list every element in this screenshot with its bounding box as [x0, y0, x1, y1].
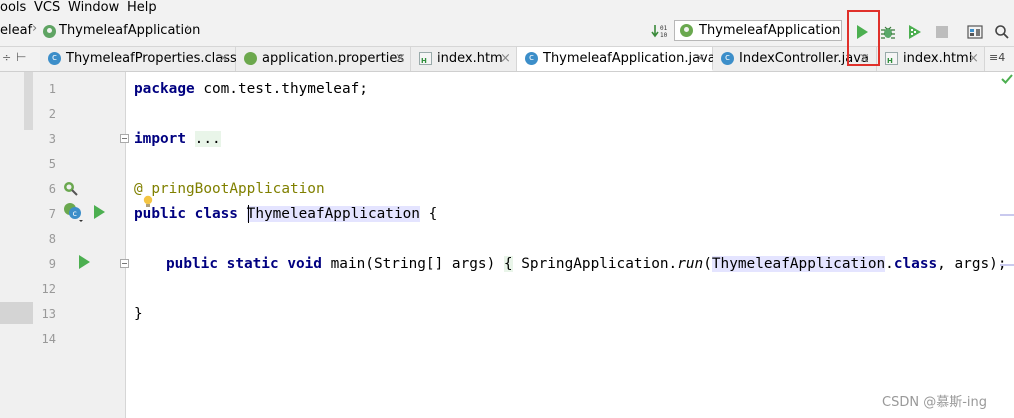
- spring-boot-icon: [43, 25, 56, 38]
- line-number: 13: [41, 307, 56, 321]
- line-number: 9: [48, 257, 56, 271]
- text-caret: [248, 205, 249, 223]
- watermark: CSDN @慕斯-ing: [882, 395, 987, 410]
- class-icon: c: [525, 52, 538, 65]
- svg-text:01: 01: [660, 25, 667, 32]
- tab-thymeleaf-application[interactable]: c ThymeleafApplication.java ×: [517, 47, 716, 71]
- stop-icon[interactable]: [933, 23, 951, 41]
- search-icon[interactable]: [993, 23, 1011, 41]
- usage-marker[interactable]: [1000, 264, 1014, 266]
- scroll-indicator: [24, 72, 33, 130]
- line-number: 12: [41, 282, 56, 296]
- close-icon[interactable]: ×: [395, 50, 406, 67]
- tab-application-properties[interactable]: application.properties ×: [236, 47, 411, 71]
- spring-class-icon[interactable]: c: [62, 201, 84, 223]
- spring-bean-icon[interactable]: [62, 180, 78, 196]
- run-method-icon[interactable]: [79, 255, 90, 269]
- project-structure-icon[interactable]: [966, 23, 984, 41]
- debug-icon[interactable]: [879, 23, 897, 41]
- close-icon[interactable]: ×: [218, 50, 229, 67]
- class-icon: c: [48, 52, 61, 65]
- code-line-6: @ pringBootApplication: [134, 180, 325, 207]
- spring-boot-icon: [680, 24, 693, 37]
- line-number: 1: [48, 82, 56, 96]
- close-icon[interactable]: ×: [968, 50, 979, 67]
- breadcrumb-module[interactable]: eleaf: [0, 22, 32, 40]
- line-number: 14: [41, 332, 56, 346]
- line-number: 2: [48, 107, 56, 121]
- svg-text:c: c: [73, 209, 77, 218]
- sort-numbers-icon[interactable]: 01 10: [650, 22, 668, 40]
- usage-marker[interactable]: [1000, 214, 1014, 216]
- run-button-highlight: [847, 10, 880, 66]
- tab-label: index.html: [903, 51, 973, 66]
- run-configuration-select[interactable]: ThymeleafApplication ⌵: [674, 20, 842, 41]
- collapse-icon[interactable]: ÷: [2, 51, 11, 64]
- class-icon: c: [721, 52, 734, 65]
- line-number: 5: [48, 157, 56, 171]
- breadcrumb-class[interactable]: ThymeleafApplication: [59, 22, 200, 40]
- code-line-7: public class ThymeleafApplication {: [134, 206, 438, 222]
- chevron-right-icon: ›: [32, 21, 38, 36]
- tab-index-html[interactable]: H index.html ×: [877, 47, 985, 71]
- close-icon[interactable]: ×: [695, 50, 706, 67]
- tab-label: application.properties: [262, 51, 405, 66]
- close-icon[interactable]: ×: [500, 50, 511, 67]
- run-configuration-label: ThymeleafApplication: [699, 23, 841, 38]
- run-class-icon[interactable]: [94, 205, 105, 219]
- tab-label: ThymeleafApplication.java: [543, 51, 716, 66]
- tab-thymeleaf-properties[interactable]: c ThymeleafProperties.class ×: [40, 47, 237, 71]
- fold-imports-icon[interactable]: [120, 134, 129, 143]
- line-number: 8: [48, 232, 56, 246]
- class-name[interactable]: ThymeleafApplication: [246, 206, 420, 222]
- chevron-right-icon: ›: [186, 21, 192, 36]
- tab-index-htm[interactable]: H index.htm ×: [411, 47, 517, 71]
- line-number: 7: [48, 207, 56, 221]
- spring-icon: [244, 52, 257, 65]
- tool-window-strip: [0, 72, 34, 418]
- split-icon[interactable]: ⊢: [16, 50, 26, 64]
- code-line-13: }: [134, 306, 143, 322]
- menu-window[interactable]: Window: [68, 0, 119, 16]
- code-line-1: package com.test.thymeleaf;: [134, 81, 368, 97]
- tab-label: ThymeleafProperties.class: [66, 51, 237, 66]
- menu-help[interactable]: Help: [127, 0, 157, 16]
- checkmark-icon: [1001, 73, 1013, 85]
- tabs-overflow-button[interactable]: ≡4: [989, 51, 1005, 64]
- code-line-3: import ...: [134, 131, 221, 147]
- coverage-icon[interactable]: [906, 23, 924, 41]
- selected-item-highlight: [0, 302, 33, 324]
- menu-tools[interactable]: ools: [0, 0, 26, 16]
- svg-text:10: 10: [660, 32, 667, 39]
- html-icon: H: [419, 52, 432, 65]
- menu-vcs[interactable]: VCS: [34, 0, 60, 16]
- code-line-9: public static void main(String[] args) {…: [166, 256, 1014, 272]
- fold-method-icon[interactable]: [120, 259, 129, 268]
- chevron-down-icon: ⌵: [828, 22, 837, 35]
- html-icon: H: [885, 52, 898, 65]
- tab-label: index.htm: [437, 51, 503, 66]
- folded-imports[interactable]: ...: [194, 131, 221, 147]
- line-number: 6: [48, 182, 56, 196]
- line-number: 3: [48, 132, 56, 146]
